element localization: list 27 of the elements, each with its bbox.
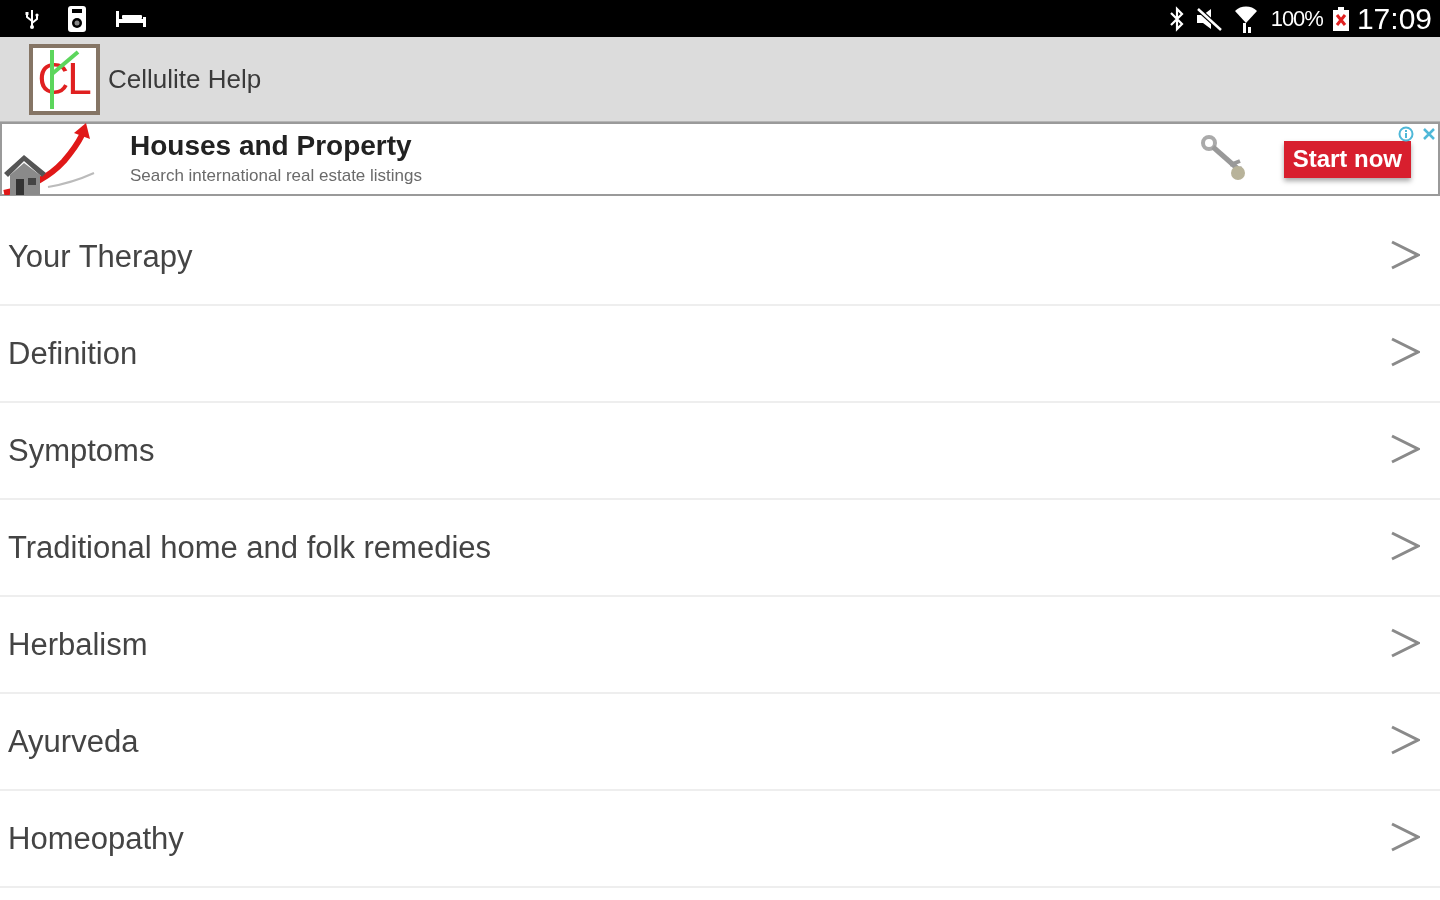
menu-item[interactable]: Ayurveda xyxy=(0,694,1440,791)
menu-item[interactable]: Symptoms xyxy=(0,403,1440,500)
bluetooth-icon xyxy=(1168,5,1185,32)
mute-icon xyxy=(1194,5,1223,32)
menu-item[interactable]: Your Therapy xyxy=(0,209,1440,306)
menu-item[interactable]: Definition xyxy=(0,306,1440,403)
info-icon[interactable] xyxy=(1398,126,1414,142)
app-title: Cellulite Help xyxy=(108,63,262,95)
chevron-icon xyxy=(1390,821,1420,852)
battery-icon xyxy=(1332,6,1349,31)
menu-item[interactable]: Herbalism xyxy=(0,597,1440,694)
menu-item[interactable]: Homeopathy xyxy=(0,791,1440,888)
chevron-icon xyxy=(1390,433,1420,464)
chevron-icon xyxy=(1390,336,1420,367)
usb-icon xyxy=(25,8,39,29)
menu-item[interactable]: Traditional home and folk remedies xyxy=(0,500,1440,597)
ad-title: Houses and Property xyxy=(130,129,413,163)
chevron-icon xyxy=(1390,724,1420,755)
chevron-icon xyxy=(1390,627,1420,658)
bed-icon xyxy=(115,8,147,29)
ad-subtitle: Search international real estate listings xyxy=(130,165,423,187)
chevron-icon xyxy=(1390,530,1420,561)
battery-percent: 100% xyxy=(1270,5,1323,32)
start-button[interactable]: Start now xyxy=(1283,140,1411,178)
chevron-icon xyxy=(1390,239,1420,270)
clock-time: 17:09 xyxy=(1356,1,1432,36)
speaker-device-icon xyxy=(67,4,87,33)
